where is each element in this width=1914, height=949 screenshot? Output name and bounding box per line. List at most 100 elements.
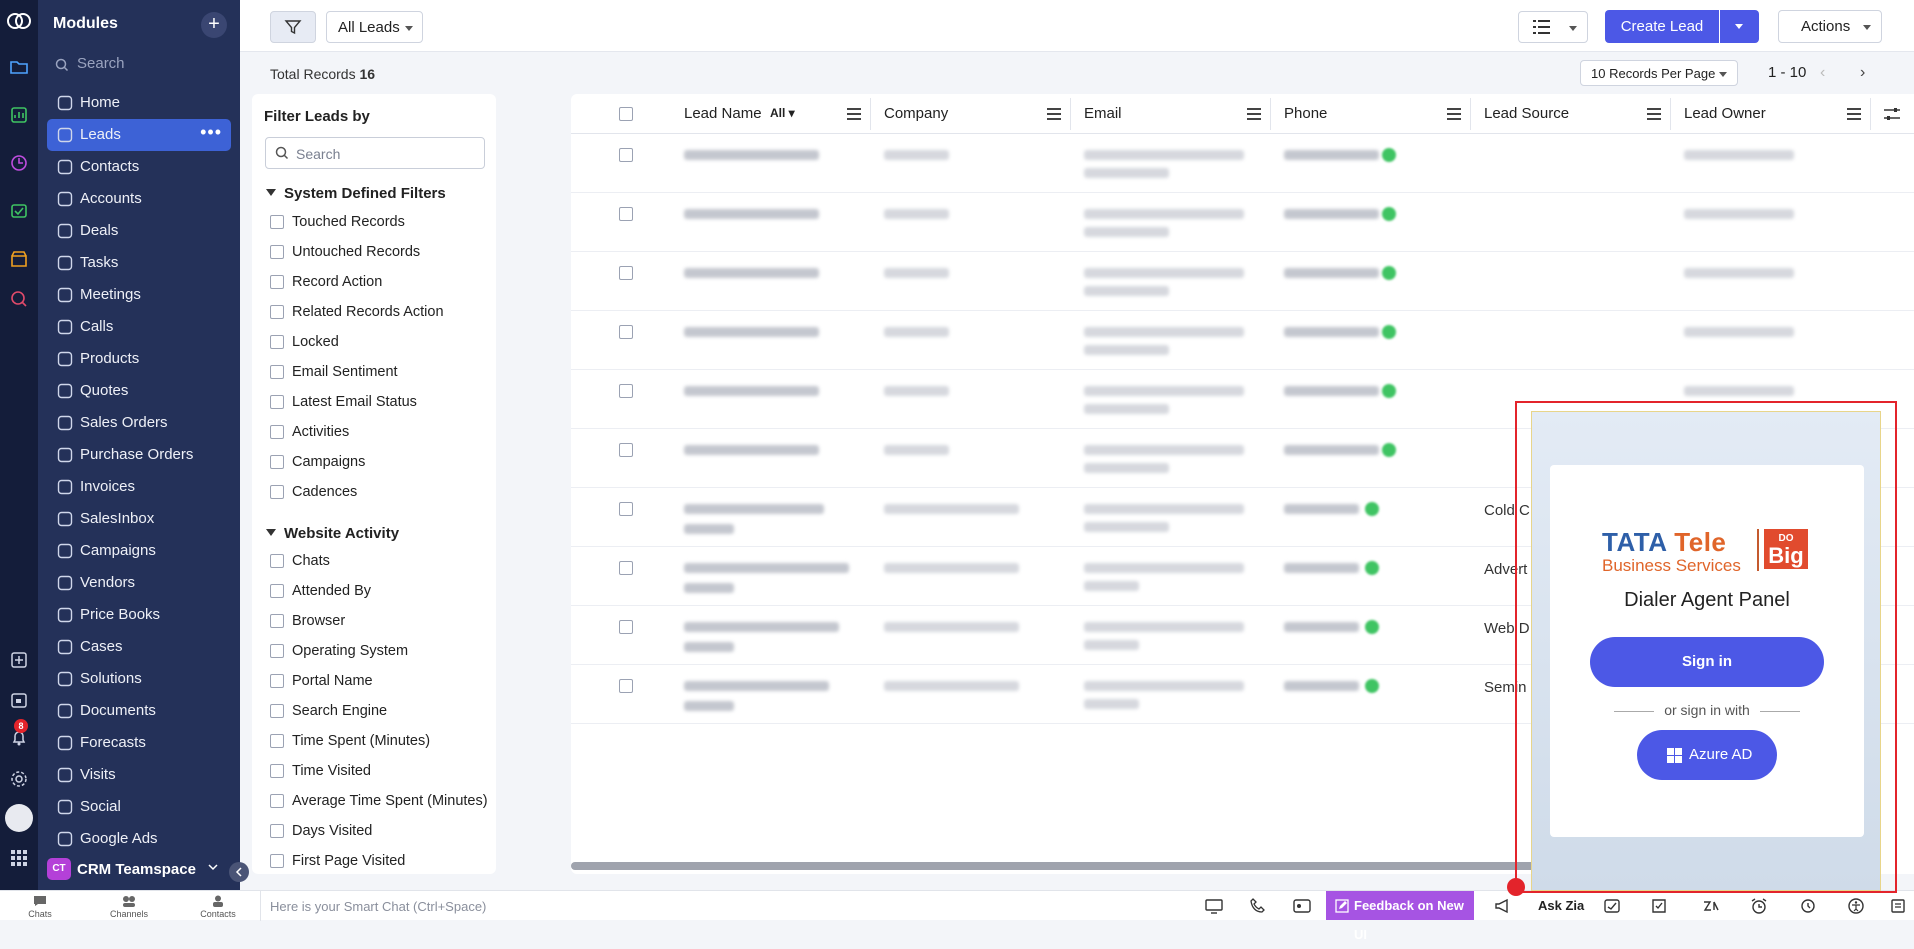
view-switcher[interactable]	[1518, 11, 1588, 43]
row-checkbox[interactable]	[619, 207, 633, 221]
row-checkbox[interactable]	[619, 443, 633, 457]
whatsapp-icon[interactable]	[1382, 325, 1396, 339]
lead-name-cell[interactable]	[684, 681, 829, 691]
sidebar-item-tasks[interactable]: Tasks	[47, 247, 231, 279]
lead-name-cell[interactable]	[684, 563, 849, 573]
whatsapp-icon[interactable]	[1382, 207, 1396, 221]
row-checkbox[interactable]	[619, 384, 633, 398]
row-checkbox[interactable]	[619, 620, 633, 634]
previous-page-icon[interactable]: ‹	[1820, 64, 1825, 82]
sidebar-item-price-books[interactable]: Price Books	[47, 599, 231, 631]
create-options-dropdown[interactable]	[1720, 10, 1759, 43]
table-row[interactable]	[571, 311, 1914, 370]
contact-card-icon[interactable]	[1293, 898, 1311, 914]
whatsapp-icon[interactable]	[1365, 679, 1379, 693]
email-cell[interactable]	[1084, 386, 1244, 396]
sidebar-item-solutions[interactable]: Solutions	[47, 663, 231, 695]
filter-checkbox[interactable]	[270, 734, 284, 748]
filter-checkbox[interactable]	[270, 704, 284, 718]
whatsapp-icon[interactable]	[1365, 502, 1379, 516]
bottom-channels[interactable]: Channels	[104, 895, 154, 919]
column-header-lead-name[interactable]: Lead Name All ▾	[671, 94, 871, 134]
filter-group-header[interactable]: Website Activity	[266, 525, 399, 542]
sidebar-item-campaigns[interactable]: Campaigns	[47, 535, 231, 567]
filter-checkbox[interactable]	[270, 584, 284, 598]
filter-search-input[interactable]: Search	[265, 137, 485, 169]
filter-checkbox[interactable]	[270, 794, 284, 808]
filter-checkbox[interactable]	[270, 365, 284, 379]
filter-checkbox[interactable]	[270, 425, 284, 439]
next-page-icon[interactable]: ›	[1860, 64, 1865, 82]
sidebar-item-invoices[interactable]: Invoices	[47, 471, 231, 503]
screen-share-icon[interactable]	[1205, 898, 1223, 914]
lead-name-cell[interactable]	[684, 386, 819, 396]
ask-zia-button[interactable]: Ask Zia	[1538, 898, 1584, 913]
phone-cell[interactable]	[1284, 563, 1359, 573]
column-header-company[interactable]: Company	[871, 94, 1071, 134]
announcement-megaphone-icon[interactable]	[1494, 898, 1512, 914]
zoho-logo-icon[interactable]	[6, 8, 32, 34]
search-zoom-icon[interactable]	[9, 289, 29, 309]
lead-name-cell[interactable]	[684, 150, 819, 160]
whatsapp-icon[interactable]	[1382, 148, 1396, 162]
whatsapp-icon[interactable]	[1382, 443, 1396, 457]
filter-checkbox[interactable]	[270, 245, 284, 259]
alarm-clock-icon[interactable]	[1750, 898, 1768, 914]
filter-checkbox[interactable]	[270, 764, 284, 778]
table-row[interactable]	[571, 134, 1914, 193]
zia-logo-icon[interactable]	[1702, 898, 1720, 914]
column-settings-icon[interactable]	[1883, 106, 1901, 122]
records-per-page-dropdown[interactable]: 10 Records Per Page	[1580, 60, 1738, 86]
phone-cell[interactable]	[1284, 268, 1379, 278]
table-row[interactable]	[571, 193, 1914, 252]
sidebar-item-products[interactable]: Products	[47, 343, 231, 375]
email-cell[interactable]	[1084, 445, 1244, 455]
column-header-lead-owner[interactable]: Lead Owner	[1671, 94, 1871, 134]
column-menu-icon[interactable]	[1047, 108, 1061, 120]
whatsapp-icon[interactable]	[1365, 561, 1379, 575]
filter-toggle-button[interactable]	[270, 11, 316, 43]
row-checkbox[interactable]	[619, 561, 633, 575]
sidebar-item-cases[interactable]: Cases	[47, 631, 231, 663]
filter-checkbox[interactable]	[270, 275, 284, 289]
column-menu-icon[interactable]	[1247, 108, 1261, 120]
row-checkbox[interactable]	[619, 325, 633, 339]
calendar-icon[interactable]	[9, 690, 29, 710]
sidebar-item-salesinbox[interactable]: SalesInbox	[47, 503, 231, 535]
checklist-icon[interactable]	[1650, 898, 1668, 914]
row-checkbox[interactable]	[619, 148, 633, 162]
column-menu-icon[interactable]	[1647, 108, 1661, 120]
more-options-icon[interactable]: •••	[200, 122, 222, 143]
whatsapp-icon[interactable]	[1382, 384, 1396, 398]
sidebar-item-vendors[interactable]: Vendors	[47, 567, 231, 599]
lead-name-filter[interactable]: All ▾	[770, 106, 795, 120]
modules-folder-icon[interactable]	[9, 57, 29, 77]
email-cell[interactable]	[1084, 327, 1244, 337]
row-checkbox[interactable]	[619, 679, 633, 693]
filter-checkbox[interactable]	[270, 485, 284, 499]
add-task-icon[interactable]	[9, 650, 29, 670]
phone-cell[interactable]	[1284, 504, 1359, 514]
filter-checkbox[interactable]	[270, 335, 284, 349]
lead-name-cell[interactable]	[684, 445, 819, 455]
filter-checkbox[interactable]	[270, 674, 284, 688]
sidebar-item-accounts[interactable]: Accounts	[47, 183, 231, 215]
whatsapp-icon[interactable]	[1382, 266, 1396, 280]
email-cell[interactable]	[1084, 150, 1244, 160]
filter-checkbox[interactable]	[270, 614, 284, 628]
teamspace-switcher[interactable]: CT CRM Teamspace	[47, 854, 227, 884]
email-cell[interactable]	[1084, 504, 1244, 514]
column-header-email[interactable]: Email	[1071, 94, 1271, 134]
lead-name-cell[interactable]	[684, 504, 824, 514]
filter-checkbox[interactable]	[270, 824, 284, 838]
bottom-chats[interactable]: Chats	[15, 895, 65, 919]
sidebar-item-visits[interactable]: Visits	[47, 759, 231, 791]
email-cell[interactable]	[1084, 268, 1244, 278]
email-cell[interactable]	[1084, 563, 1244, 573]
column-menu-icon[interactable]	[1847, 108, 1861, 120]
filter-checkbox[interactable]	[270, 215, 284, 229]
add-module-button[interactable]: +	[201, 12, 227, 38]
apps-grid-icon[interactable]	[9, 848, 29, 868]
create-lead-button[interactable]: Create Lead	[1605, 10, 1719, 43]
lead-name-cell[interactable]	[684, 209, 819, 219]
